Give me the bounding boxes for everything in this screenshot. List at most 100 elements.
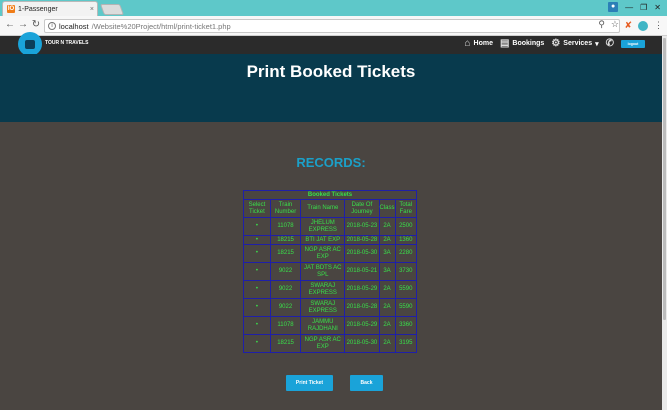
cell-name: SWARAJ EXPRESS [300,280,346,299]
select-ticket-radio[interactable]: • [243,298,271,317]
table-row: • 18215 NGP ASR AC EXP 2018-05-30 3A 2280 [243,244,418,263]
browser-tab-strip: IO 1-Passenger × ● — ❐ ✕ [0,0,667,16]
column-header: Total Fare [394,199,418,218]
table-row: • 9022 SWARAJ EXPRESS 2018-05-29 2A 5590 [243,280,418,299]
profile-icon[interactable]: ● [608,2,619,12]
back-icon[interactable]: ← [4,19,16,30]
print-ticket-button[interactable]: Print Ticket [286,375,333,391]
column-header: Class [378,199,396,218]
cell-name: BTI JAT EXP [300,235,346,245]
nav-home-label: Home [473,40,493,47]
cell-class: 2A [378,280,396,299]
browser-tab[interactable]: IO 1-Passenger × [2,1,98,16]
cell-date: 2018-05-28 [344,235,380,245]
scrollbar-thumb[interactable] [663,38,666,320]
extension-circle-icon[interactable] [638,20,648,31]
action-buttons: Print Ticket Back [286,375,383,391]
cell-class: 3A [378,262,396,281]
cell-date: 2018-05-30 [344,334,380,353]
extension-icon[interactable]: ✘ [624,20,632,31]
nav-bookings-label: Bookings [512,40,545,47]
cell-fare: 3195 [394,334,418,353]
url-host: localhost [59,21,89,31]
phone-icon[interactable]: ✆ [606,38,614,49]
select-ticket-radio[interactable]: • [243,244,271,263]
site-logo[interactable] [18,32,42,56]
browser-menu-icon[interactable]: ⋮ [654,20,663,31]
back-button[interactable]: Back [350,375,383,391]
cell-class: 2A [378,334,396,353]
nav-bookings[interactable]: ▤ Bookings [500,38,544,49]
cell-name: JHELUM EXPRESS [300,217,346,236]
table-row: • 18215 BTI JAT EXP 2018-05-28 2A 1360 [243,235,418,245]
select-ticket-radio[interactable]: • [243,316,271,335]
tab-title: 1-Passenger [18,5,58,13]
cell-number: 18215 [269,244,302,263]
url-input[interactable]: i localhost/Website%20Project/html/print… [44,19,620,33]
cell-name: SWARAJ EXPRESS [300,298,346,317]
cell-fare: 2280 [394,244,418,263]
forward-icon[interactable]: → [17,19,29,30]
cell-date: 2018-05-21 [344,262,380,281]
zoom-icon[interactable]: ⚲ [598,19,605,30]
table-caption: Booked Tickets [243,190,417,200]
bookings-icon: ▤ [499,38,510,49]
cell-number: 9022 [269,262,302,281]
new-tab-button[interactable] [99,4,125,15]
booked-tickets-table: Booked Tickets Select Ticket Train Number… [243,190,418,353]
cell-fare: 3360 [394,316,418,335]
page-scrollbar[interactable] [662,36,667,410]
cell-number: 9022 [269,298,302,317]
cell-number: 18215 [269,334,302,353]
cell-class: 2A [378,298,396,317]
window-controls: ● — ❐ ✕ [608,0,667,14]
cell-fare: 5590 [394,280,418,299]
cell-fare: 1360 [394,235,418,245]
cell-date: 2018-05-29 [344,316,380,335]
select-ticket-radio[interactable]: • [243,217,271,236]
column-header: Train Name [300,199,346,218]
bus-icon [25,39,35,49]
column-header: Date Of Journey [344,199,380,218]
site-info-icon[interactable]: i [48,22,56,30]
table-row: • 11078 JAMMU RAJDHANI 2018-05-29 2A 3360 [243,316,418,335]
table-row: • 18215 NGP ASR AC EXP 2018-05-30 2A 3195 [243,334,418,353]
cell-class: 2A [378,235,396,245]
column-header: Select Ticket [243,199,271,218]
url-path: /Website%20Project/html/print-ticket1.ph… [91,21,231,31]
url-actions: ⚲ ☆ [598,19,619,30]
cell-date: 2018-05-23 [344,217,380,236]
nav-services[interactable]: ⚙ Services ▾ [551,38,598,49]
records-heading: RECORDS: [296,155,366,170]
hero-banner: Print Booked Tickets [0,54,662,122]
cell-name: JAT BDTS AC SPL [300,262,346,281]
logout-button[interactable]: logout [621,39,645,48]
close-window-icon[interactable]: ✕ [654,3,661,12]
nav-services-label: Services [563,40,593,47]
cell-number: 18215 [269,235,302,245]
cell-date: 2018-05-30 [344,244,380,263]
reload-icon[interactable]: ↻ [30,19,42,30]
bookmark-star-icon[interactable]: ☆ [611,19,619,30]
brand-name: TOUR N TRAVELS [45,40,89,46]
site-favicon-icon: IO [7,5,15,13]
cell-number: 11078 [269,316,302,335]
column-header: Train Number [269,199,302,218]
tab-close-icon[interactable]: × [90,6,94,13]
cell-class: 2A [378,316,396,335]
select-ticket-radio[interactable]: • [243,235,271,245]
cell-fare: 5590 [394,298,418,317]
select-ticket-radio[interactable]: • [243,334,271,353]
maximize-icon[interactable]: ❐ [640,3,647,12]
minimize-icon[interactable]: — [625,3,633,12]
cell-fare: 3730 [394,262,418,281]
cell-date: 2018-05-29 [344,280,380,299]
select-ticket-radio[interactable]: • [243,280,271,299]
select-ticket-radio[interactable]: • [243,262,271,281]
nav-home[interactable]: ⌂ Home [464,38,493,49]
nav-links: ⌂ Home ▤ Bookings ⚙ Services ▾ ✆ logout [464,38,645,49]
cell-class: 2A [378,217,396,236]
cell-name: NGP ASR AC EXP [300,334,346,353]
cell-class: 3A [378,244,396,263]
address-bar: ← → ↻ i localhost/Website%20Project/html… [0,16,667,36]
